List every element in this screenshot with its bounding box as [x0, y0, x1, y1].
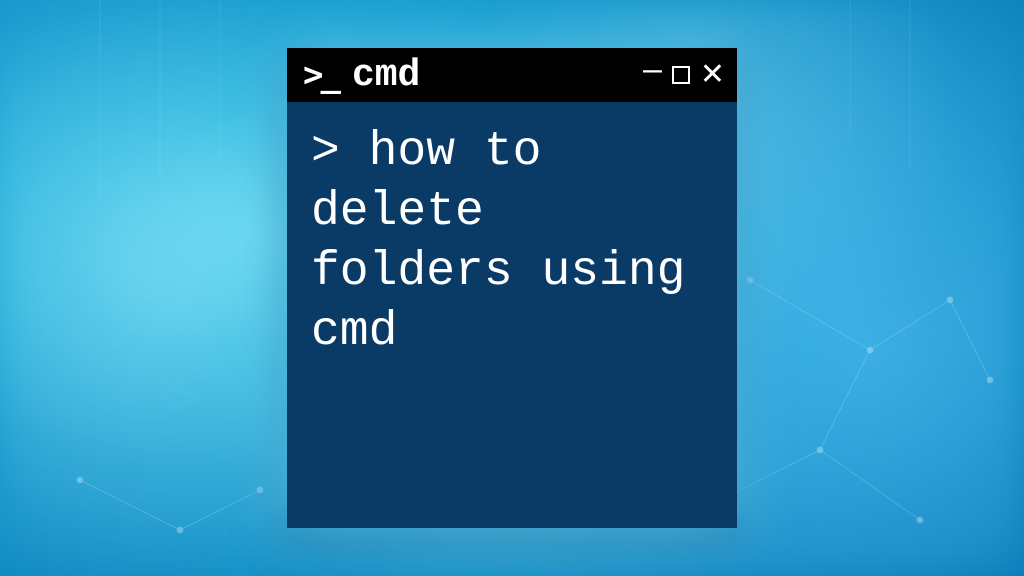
maximize-button[interactable]	[672, 66, 690, 84]
terminal-window: >_ cmd – ✕ > how to delete folders using…	[287, 48, 737, 528]
close-button[interactable]: ✕	[700, 60, 725, 90]
title-bar[interactable]: >_ cmd – ✕	[287, 48, 737, 102]
minimize-button[interactable]: –	[643, 52, 662, 86]
terminal-body[interactable]: > how to delete folders using cmd	[287, 102, 737, 528]
window-controls: – ✕	[643, 58, 725, 92]
window-title: cmd	[352, 54, 631, 97]
terminal-text: > how to delete folders using cmd	[311, 122, 713, 362]
prompt-icon: >_	[303, 58, 338, 92]
